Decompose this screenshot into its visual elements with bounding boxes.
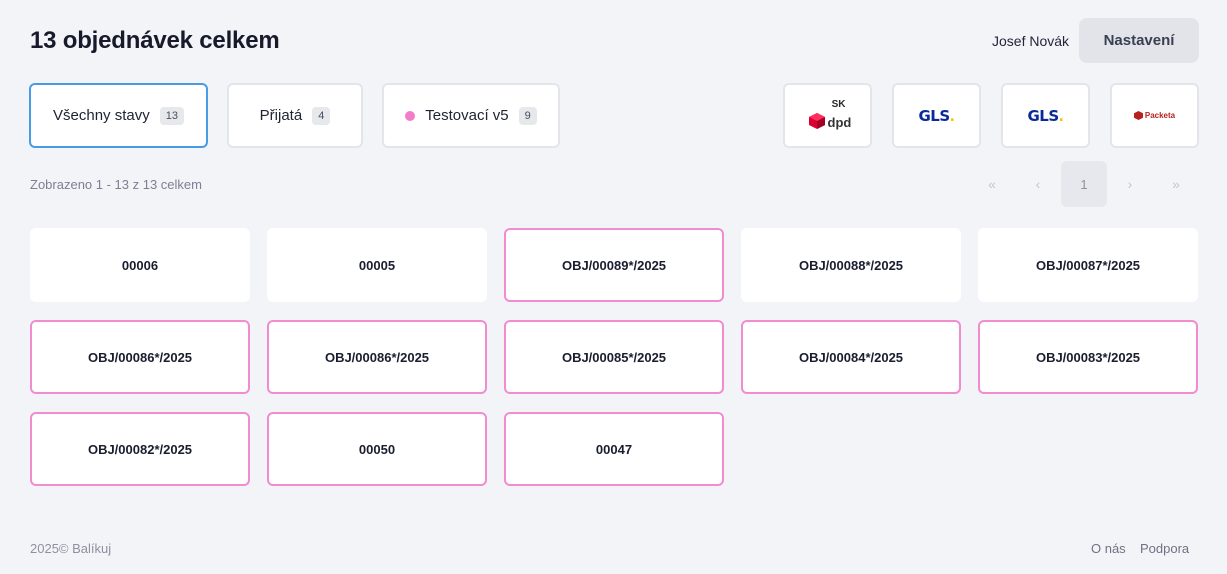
carrier-packeta-button[interactable]: Packeta (1110, 83, 1199, 148)
order-card[interactable]: OBJ/00084*/2025 (741, 320, 961, 394)
prev-page-button[interactable]: ‹ (1015, 161, 1061, 207)
filter-label: Všechny stavy (53, 107, 150, 124)
order-card[interactable]: OBJ/00085*/2025 (504, 320, 724, 394)
order-card[interactable]: OBJ/00083*/2025 (978, 320, 1198, 394)
order-card[interactable]: OBJ/00088*/2025 (741, 228, 961, 302)
filter-all-states[interactable]: Všechny stavy 13 (29, 83, 208, 148)
dpd-logo-icon: SK dpd (798, 91, 858, 141)
order-card[interactable]: 00005 (267, 228, 487, 302)
order-card[interactable]: OBJ/00086*/2025 (30, 320, 250, 394)
copyright: 2025© Balíkuj (30, 541, 112, 556)
filter-count-badge: 9 (518, 106, 537, 125)
settings-button[interactable]: Nastavení (1079, 18, 1199, 63)
results-summary: Zobrazeno 1 - 13 z 13 celkem (30, 177, 202, 192)
order-card[interactable]: OBJ/00089*/2025 (504, 228, 724, 302)
carrier-name: GLS (1027, 106, 1059, 125)
page-1-button[interactable]: 1 (1061, 161, 1107, 207)
packeta-box-icon (1133, 111, 1143, 120)
order-card[interactable]: 00050 (267, 412, 487, 486)
order-card[interactable]: 00006 (30, 228, 250, 302)
order-card[interactable]: OBJ/00082*/2025 (30, 412, 250, 486)
status-dot-icon (405, 110, 416, 121)
order-card[interactable]: 00047 (504, 412, 724, 486)
chevron-left-icon: ‹ (1035, 176, 1041, 192)
carrier-badge: SK (831, 98, 846, 110)
filter-label: Testovací v5 (425, 107, 509, 124)
order-card[interactable]: OBJ/00086*/2025 (267, 320, 487, 394)
dpd-cube-icon (808, 112, 825, 129)
carrier-name: Packeta (1144, 111, 1176, 120)
packeta-logo-icon: Packeta (1133, 111, 1176, 120)
carrier-dpd-button[interactable]: SK dpd (783, 83, 872, 148)
user-name: Josef Novák (992, 33, 1070, 49)
support-link[interactable]: Podpora (1140, 541, 1189, 556)
chevron-right-icon: › (1127, 176, 1133, 192)
next-page-button[interactable]: › (1107, 161, 1153, 207)
double-chevron-right-icon: » (1172, 176, 1180, 192)
double-chevron-left-icon: « (988, 176, 996, 192)
filter-testing-v5[interactable]: Testovací v5 9 (382, 83, 560, 148)
page-title: 13 objednávek celkem (30, 27, 280, 54)
last-page-button[interactable]: » (1153, 161, 1199, 207)
gls-logo-icon: GLS. (918, 106, 955, 125)
gls-logo-icon: GLS. (1027, 106, 1064, 125)
about-link[interactable]: O nás (1091, 541, 1126, 556)
filter-label: Přijatá (259, 107, 303, 124)
filter-count-badge: 13 (159, 106, 184, 125)
filter-received[interactable]: Přijatá 4 (227, 83, 363, 148)
carrier-gls-button[interactable]: GLS. (1001, 83, 1090, 148)
filter-count-badge: 4 (312, 106, 331, 125)
order-card[interactable]: OBJ/00087*/2025 (978, 228, 1198, 302)
first-page-button[interactable]: « (969, 161, 1015, 207)
carrier-name: GLS (918, 106, 950, 125)
carrier-gls-button[interactable]: GLS. (892, 83, 981, 148)
carrier-name: dpd (827, 114, 852, 130)
